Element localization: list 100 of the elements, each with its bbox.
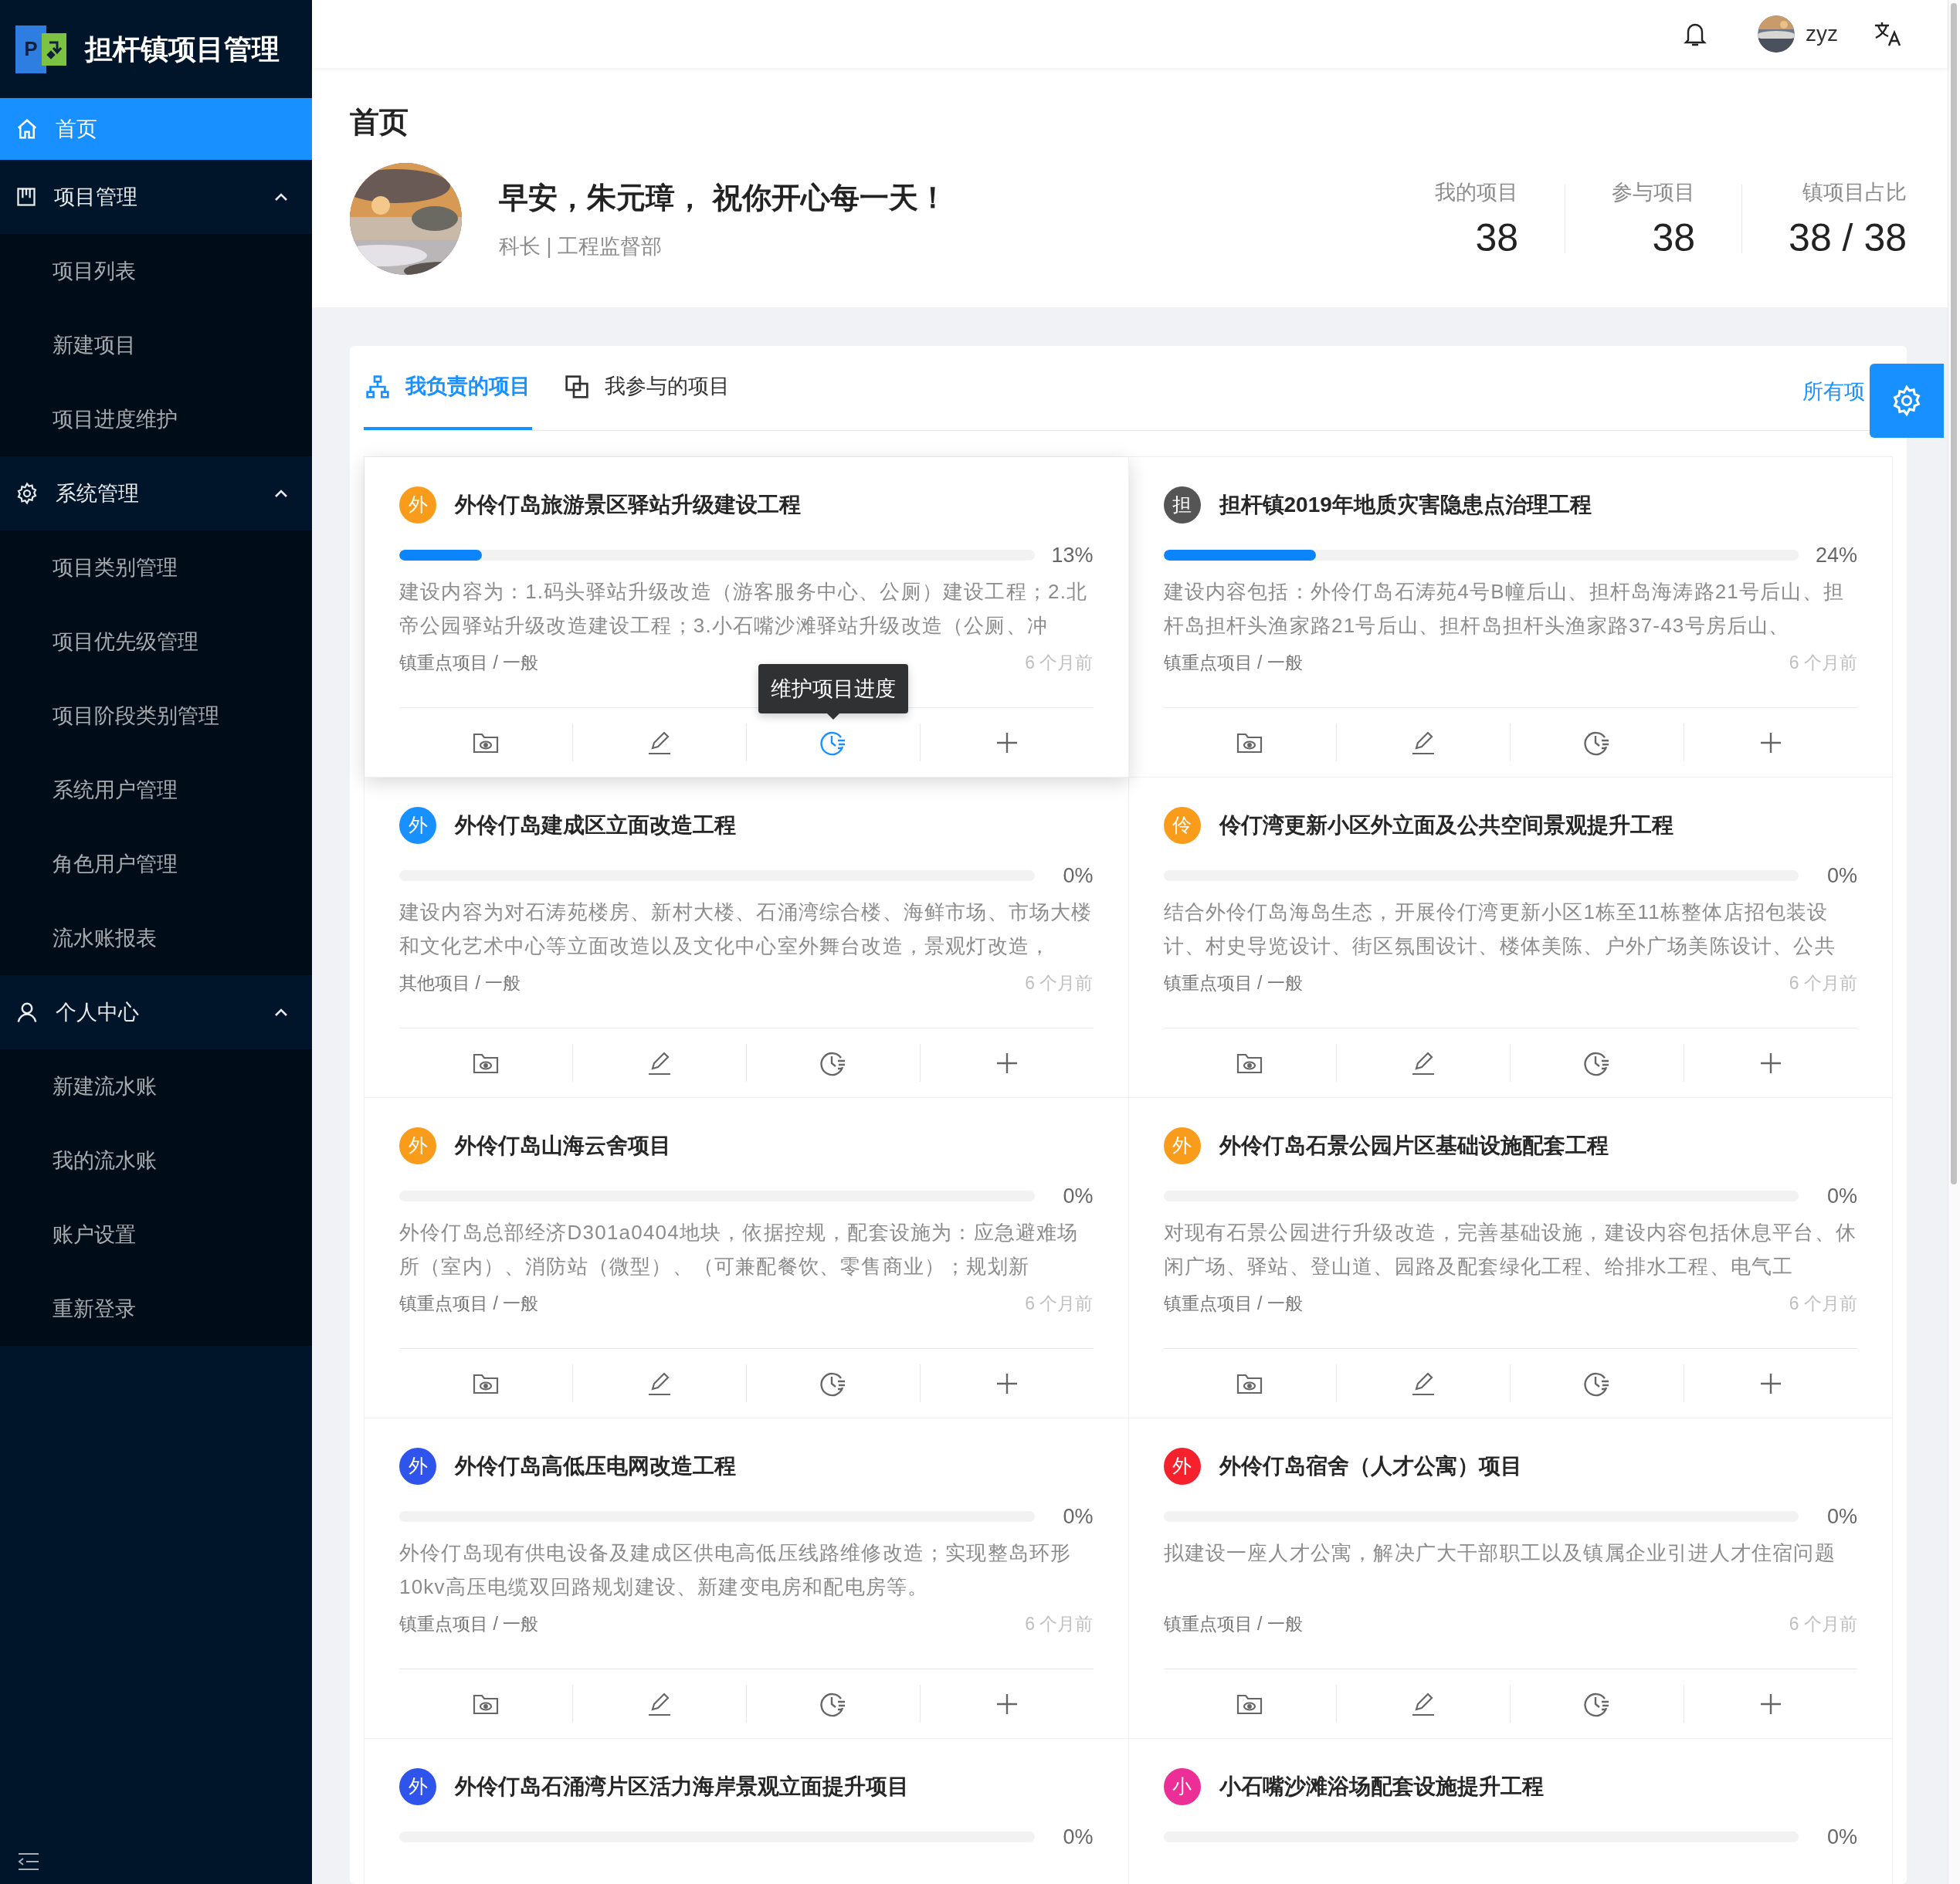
project-title[interactable]: 担杆镇2019年地质灾害隐患点治理工程 — [1219, 489, 1592, 521]
updated-time: 6 个月前 — [1789, 972, 1857, 995]
project-title[interactable]: 伶仃湾更新小区外立面及公共空间景观提升工程 — [1219, 809, 1673, 842]
stat-value: 38 / 38 — [1789, 215, 1907, 261]
plus-icon[interactable] — [995, 1051, 1019, 1075]
tooltip-pointer — [826, 713, 839, 720]
collapse-menu-icon[interactable] — [17, 1852, 40, 1872]
stat-label: 镇项目占比 — [1802, 180, 1907, 206]
project-title[interactable]: 外伶仃岛建成区立面改造工程 — [455, 809, 736, 842]
project-card[interactable]: 担 担杆镇2019年地质灾害隐患点治理工程 24% 建设内容包括：外伶仃岛石涛苑4号B幢后山、担杆岛海涛路21号后山、担杆岛担杆头渔家路21号后山、担杆岛担杆头渔家路37-43号房后山、 镇重点项目 / 一般 6 个月前 — [1128, 457, 1893, 778]
project-category: 镇重点项目 / 一般 — [399, 652, 539, 674]
project-description: 建设内容包括：外伶仃岛石涛苑4号B幢后山、担杆岛海涛路21号后山、担杆岛担杆头渔家路21号后山、担杆岛担杆头渔家路37-43号房后山、 — [1163, 579, 1846, 639]
plus-icon[interactable] — [1759, 1692, 1783, 1716]
submenu-item[interactable]: 项目优先级管理 — [0, 605, 312, 679]
plus-icon[interactable] — [995, 1371, 1019, 1395]
project-card[interactable]: 伶 伶仃湾更新小区外立面及公共空间景观提升工程 0% 结合外伶仃岛海岛生态，开展伶仃湾更新小区1栋至11栋整体店招包装设计、村史导览设计、街区氛围设计、楼体美陈、户外广场美陈设计、公共 镇重点项目 / 一般 6 个月前 — [1128, 778, 1893, 1098]
submenu-item[interactable]: 角色用户管理 — [0, 827, 312, 901]
overlapping-squares-icon — [565, 374, 589, 399]
submenu-item[interactable]: 重新登录 — [0, 1272, 312, 1346]
updated-time: 6 个月前 — [1025, 1613, 1094, 1635]
project-avatar: 外 — [399, 1768, 436, 1805]
stat-value: 38 — [1475, 215, 1519, 261]
chevron-up-icon — [273, 191, 289, 202]
project-card[interactable]: 外 外伶仃岛山海云舍项目 0% 外伶仃岛总部经济D301a0404地块，依据控规，配套设施为：应急避难场所（室内）、消防站（微型）、（可兼配餐饮、零售商业）；规划新 镇重点项目 / 一般 6 个月前 — [365, 1098, 1129, 1418]
project-card[interactable]: 外 外伶仃岛高低压电网改造工程 0% 外伶仃岛现有供电设备及建成区供电高低压线路维修改造；实现整岛环形10kv高压电缆双回路规划建设、新建变电房和配电房等。 镇重点项目 / 一般 6 个月前 — [365, 1418, 1129, 1739]
plus-icon[interactable] — [995, 1692, 1019, 1716]
menu-item[interactable]: 项目管理 — [0, 160, 312, 234]
project-avatar: 外 — [399, 807, 436, 844]
greeting-text: 早安，朱元璋， 祝你开心每一天！ — [499, 180, 948, 215]
chevron-up-icon — [273, 488, 289, 499]
stat-label: 参与项目 — [1612, 180, 1696, 206]
user-name[interactable]: zyz — [1806, 18, 1838, 50]
home-icon — [15, 117, 39, 141]
project-description: 建设内容为对石涛苑楼房、新村大楼、石涌湾综合楼、海鲜市场、市场大楼和文化艺术中心等立面改造以及文化中心室外舞台改造，景观灯改造， — [399, 900, 1094, 959]
project-avatar: 外 — [399, 1448, 436, 1485]
app-title: 担杆镇项目管理 — [85, 32, 280, 66]
scrollbar[interactable] — [1948, 0, 1960, 1884]
submenu-item[interactable]: 项目阶段类别管理 — [0, 679, 312, 753]
settings-icon — [15, 482, 39, 505]
project-description: 外伶仃岛总部经济D301a0404地块，依据控规，配套设施为：应急避难场所（室内）、消防站（微型）、（可兼配餐饮、零售商业）；规划新 — [399, 1220, 1080, 1279]
menu-item[interactable]: 系统管理 — [0, 456, 312, 530]
chevron-up-icon — [273, 1007, 289, 1018]
tab[interactable]: 我参与的项目 — [563, 346, 731, 430]
project-description: 对现有石景公园进行升级改造，完善基础设施，建设内容包括休息平台、休闲广场、驿站、登山道、园路及配套绿化工程、给排水工程、电气工 — [1163, 1220, 1857, 1279]
progress-percent: 0% — [1826, 1824, 1857, 1850]
project-title[interactable]: 小石嘴沙滩浴场配套设施提升工程 — [1219, 1770, 1544, 1803]
updated-time: 6 个月前 — [1789, 1613, 1857, 1635]
project-avatar: 担 — [1163, 486, 1201, 524]
submenu-item[interactable]: 系统用户管理 — [0, 753, 312, 827]
project-category: 镇重点项目 / 一般 — [1163, 652, 1303, 674]
project-card[interactable]: 外 外伶仃岛石景公园片区基础设施配套工程 0% 对现有石景公园进行升级改造，完善基础设施，建设内容包括休息平台、休闲广场、驿站、登山道、园路及配套绿化工程、给排水工程、电气工 镇重点项目 / 一般 6 个月前 — [1128, 1098, 1893, 1418]
project-description: 外伶仃岛现有供电设备及建成区供电高低压线路维修改造；实现整岛环形10kv高压电缆双回路规划建设、新建变电房和配电房等。 — [399, 1540, 1073, 1600]
plus-icon[interactable] — [1759, 1051, 1783, 1075]
user-role: 科长 | 工程监督部 — [499, 233, 663, 259]
project-avatar: 外 — [399, 486, 436, 524]
submenu-item[interactable]: 新建流水账 — [0, 1049, 312, 1123]
progress-percent: 0% — [1062, 1183, 1094, 1209]
progress-percent: 0% — [1826, 1503, 1857, 1530]
project-title[interactable]: 外伶仃岛石景公园片区基础设施配套工程 — [1219, 1130, 1609, 1162]
project-title[interactable]: 外伶仃岛宿舍（人才公寓）项目 — [1219, 1450, 1522, 1482]
updated-time: 6 个月前 — [1789, 1293, 1857, 1315]
translate-icon[interactable] — [1874, 21, 1901, 47]
project-card[interactable]: 外 外伶仃岛宿舍（人才公寓）项目 0% 拟建设一座人才公寓，解决广大干部职工以及镇属企业引进人才住宿问题 镇重点项目 / 一般 6 个月前 — [1128, 1418, 1893, 1739]
updated-time: 6 个月前 — [1789, 652, 1857, 674]
plus-icon[interactable] — [1759, 730, 1783, 754]
user-icon — [15, 1001, 39, 1024]
project-title[interactable]: 外伶仃岛石涌湾片区活力海岸景观立面提升项目 — [455, 1770, 909, 1803]
project-avatar: 外 — [1163, 1127, 1201, 1164]
progress-percent: 13% — [1050, 542, 1094, 568]
project-avatar: 外 — [399, 1127, 436, 1164]
submenu-item[interactable]: 项目列表 — [0, 234, 312, 308]
submenu-item[interactable]: 账户设置 — [0, 1198, 312, 1272]
progress-percent: 0% — [1062, 862, 1094, 889]
project-avatar: 外 — [1163, 1448, 1201, 1485]
progress-percent: 24% — [1814, 542, 1857, 568]
submenu-item[interactable]: 项目进度维护 — [0, 382, 312, 456]
project-description: 结合外伶仃岛海岛生态，开展伶仃湾更新小区1栋至11栋整体店招包装设计、村史导览设计、街区氛围设计、楼体美陈、户外广场美陈设计、公共 — [1163, 900, 1836, 959]
submenu-item[interactable]: 新建项目 — [0, 308, 312, 382]
submenu-item[interactable]: 项目类别管理 — [0, 530, 312, 605]
project-description: 拟建设一座人才公寓，解决广大干部职工以及镇属企业引进人才住宿问题 — [1163, 1540, 1836, 1566]
project-card[interactable]: 外 外伶仃岛建成区立面改造工程 0% 建设内容为对石涛苑楼房、新村大楼、石涌湾综合楼、海鲜市场、市场大楼和文化艺术中心等立面改造以及文化中心室外舞台改造，景观灯改造， 其他项目 / 一般 6 个月前 — [365, 778, 1129, 1098]
project-category: 镇重点项目 / 一般 — [1163, 972, 1303, 995]
submenu-item[interactable]: 流水账报表 — [0, 901, 312, 975]
plus-icon[interactable] — [995, 730, 1019, 754]
board-icon — [15, 186, 37, 208]
settings-button[interactable] — [1870, 364, 1944, 438]
project-avatar: 伶 — [1163, 807, 1201, 844]
project-category: 镇重点项目 / 一般 — [1163, 1613, 1303, 1635]
project-category: 镇重点项目 / 一般 — [399, 1293, 539, 1315]
project-title[interactable]: 外伶仃岛山海云舍项目 — [455, 1130, 671, 1162]
project-card[interactable]: 外 外伶仃岛旅游景区驿站升级建设工程 13% 建设内容为：1.码头驿站升级改造（游客服务中心、公厕）建设工程；2.北帝公园驿站升级改造建设工程；3.小石嘴沙滩驿站升级改造（公厕、冲 镇重点项目 / 一般 6 个月前 维护项目进度 — [365, 457, 1129, 778]
plus-icon[interactable] — [1759, 1371, 1783, 1395]
project-avatar: 小 — [1163, 1768, 1201, 1805]
stat-value: 38 — [1652, 215, 1696, 261]
project-title[interactable]: 外伶仃岛高低压电网改造工程 — [455, 1450, 736, 1482]
progress-percent: 0% — [1826, 1183, 1857, 1209]
submenu-item[interactable]: 我的流水账 — [0, 1123, 312, 1198]
menu-item[interactable]: 个人中心 — [0, 975, 312, 1049]
project-title[interactable]: 外伶仃岛旅游景区驿站升级建设工程 — [455, 489, 801, 521]
tooltip: 维护项目进度 — [758, 664, 908, 713]
